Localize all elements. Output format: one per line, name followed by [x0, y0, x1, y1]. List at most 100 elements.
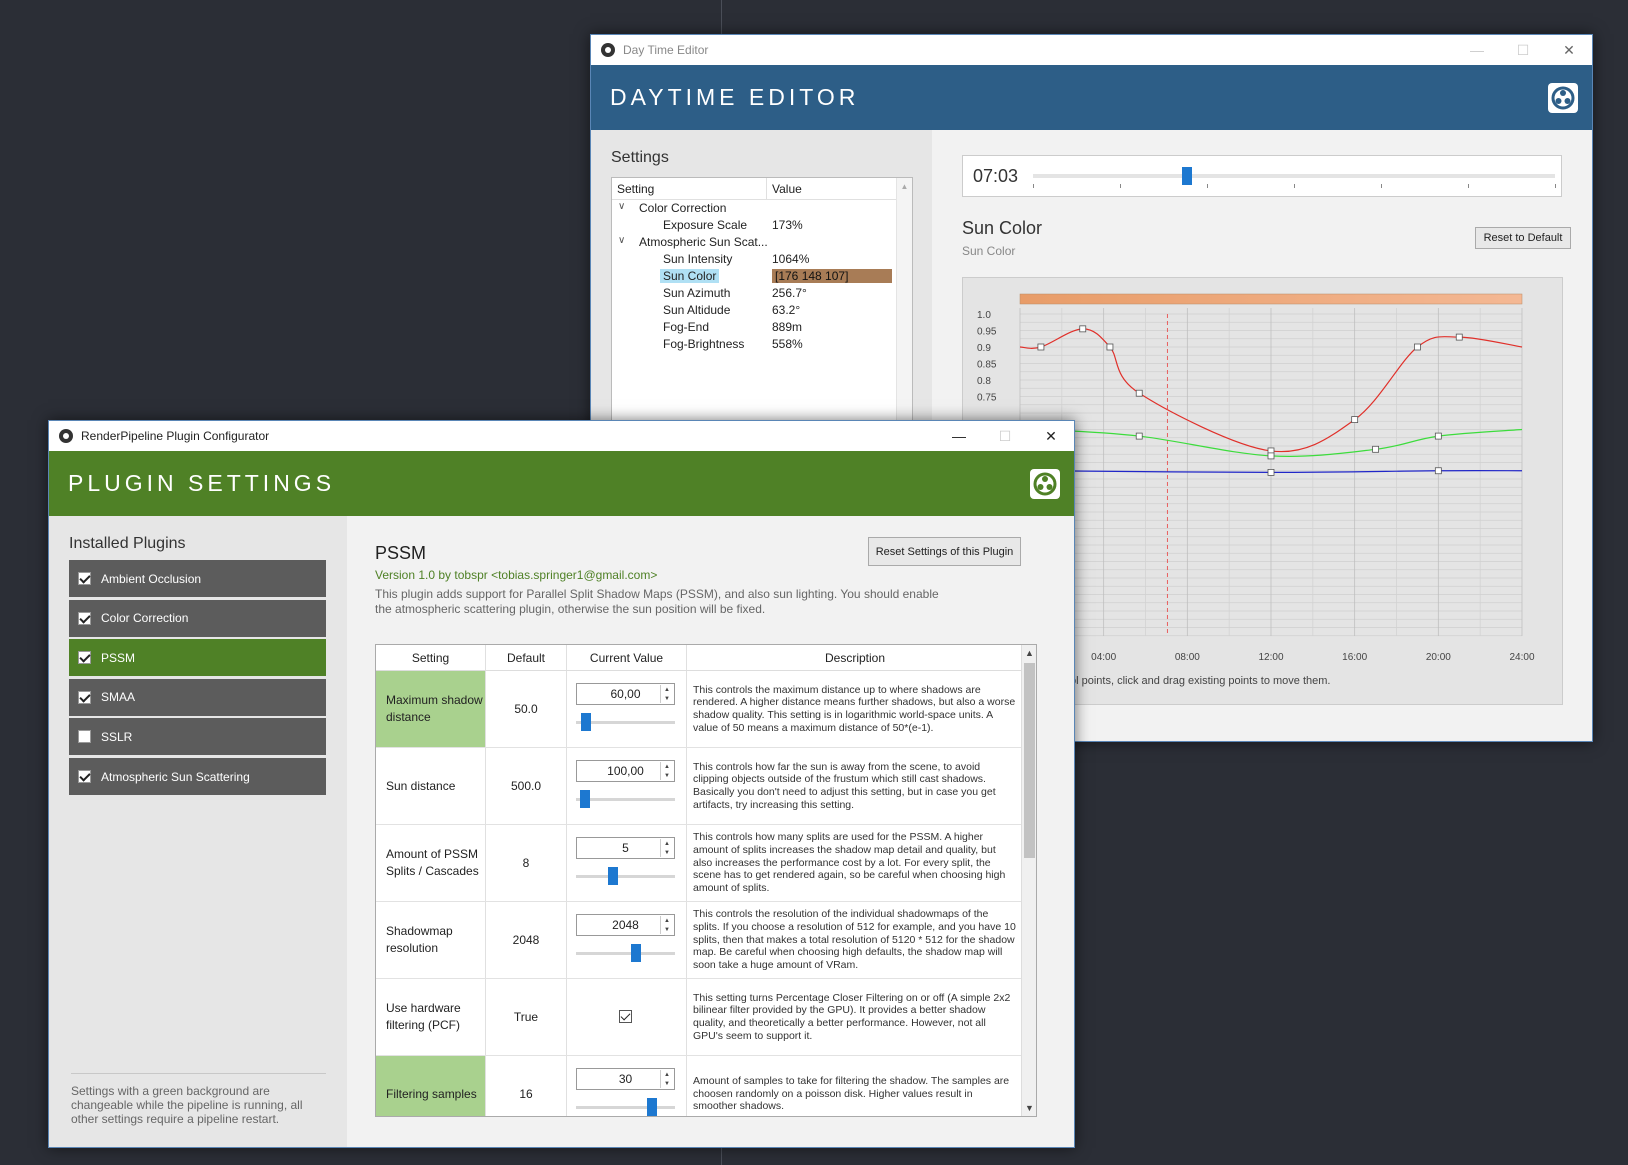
- scroll-up-icon[interactable]: ▲: [1022, 645, 1036, 661]
- tree-row[interactable]: Fog-End 889m: [612, 319, 912, 336]
- control-point[interactable]: [1267, 468, 1275, 476]
- control-point[interactable]: [1434, 432, 1442, 440]
- tree-col-setting[interactable]: Setting: [612, 178, 767, 199]
- control-point[interactable]: [1351, 416, 1359, 424]
- time-tick: [1381, 184, 1382, 188]
- plugin-item[interactable]: PSSM: [69, 639, 326, 677]
- value-slider-thumb[interactable]: [608, 867, 619, 885]
- table-scrollbar[interactable]: ▲ ▼: [1021, 645, 1036, 1116]
- control-point[interactable]: [1267, 452, 1275, 460]
- control-point[interactable]: [1106, 343, 1114, 351]
- spin-arrows[interactable]: ▲ ▼: [660, 839, 673, 857]
- tree-row-value: 173%: [772, 218, 803, 232]
- control-point[interactable]: [1372, 445, 1379, 453]
- reset-to-default-button[interactable]: Reset to Default: [1475, 227, 1571, 249]
- tree-row[interactable]: Sun Color [176 148 107]: [612, 268, 912, 285]
- reset-plugin-settings-button[interactable]: Reset Settings of this Plugin: [868, 537, 1021, 566]
- header-setting[interactable]: Setting: [376, 645, 486, 670]
- spin-up-icon[interactable]: ▲: [664, 764, 670, 770]
- spin-up-icon[interactable]: ▲: [664, 918, 670, 924]
- pcf-checkbox[interactable]: [619, 1010, 632, 1023]
- value-slider-thumb[interactable]: [631, 944, 642, 962]
- header-description[interactable]: Description: [687, 645, 1023, 670]
- spin-up-icon[interactable]: ▲: [664, 1072, 670, 1078]
- scrollbar-thumb[interactable]: [1024, 663, 1035, 858]
- plugin-checkbox[interactable]: [78, 690, 91, 704]
- scroll-down-icon[interactable]: ▼: [1022, 1100, 1036, 1116]
- plugin-item[interactable]: Color Correction: [69, 599, 326, 637]
- plugin-checkbox[interactable]: [78, 572, 91, 585]
- value-slider-thumb[interactable]: [579, 790, 590, 808]
- plugin-checkbox[interactable]: [78, 770, 91, 783]
- spin-arrows[interactable]: ▲ ▼: [660, 1070, 673, 1088]
- value-spinbox[interactable]: 5 ▲ ▼: [576, 837, 675, 859]
- maximize-icon[interactable]: ☐: [982, 421, 1028, 451]
- tree-row[interactable]: Exposure Scale 173%: [612, 217, 912, 234]
- tree-row[interactable]: Fog-Brightness 558%: [612, 336, 912, 353]
- value-text: 30: [618, 1072, 633, 1086]
- control-point[interactable]: [1135, 389, 1143, 397]
- maximize-icon[interactable]: ☐: [1500, 35, 1546, 65]
- plugin-item[interactable]: Atmospheric Sun Scattering: [69, 758, 326, 795]
- plugin-details-panel: PSSM Version 1.0 by tobspr <tobias.sprin…: [347, 516, 1074, 1147]
- tree-row[interactable]: ∨ Atmospheric Sun Scat...: [612, 234, 912, 251]
- control-point[interactable]: [1135, 432, 1143, 440]
- installed-plugins-panel: Installed Plugins Ambient Occlusion Color…: [49, 516, 347, 1147]
- close-icon[interactable]: ✕: [1546, 35, 1592, 65]
- setting-default: 16: [486, 1056, 567, 1116]
- value-slider-thumb[interactable]: [647, 1098, 658, 1116]
- plugin-item[interactable]: SSLR: [69, 718, 326, 756]
- time-slider-track[interactable]: [1033, 174, 1555, 178]
- value-spinbox[interactable]: 2048 ▲ ▼: [576, 914, 675, 936]
- spin-arrows[interactable]: ▲ ▼: [660, 685, 673, 703]
- plugin-item[interactable]: Ambient Occlusion: [69, 560, 326, 597]
- spin-arrows[interactable]: ▲ ▼: [660, 916, 673, 934]
- tree-row[interactable]: Sun Intensity 1064%: [612, 251, 912, 268]
- banner-title: PLUGIN SETTINGS: [68, 470, 336, 496]
- minimize-icon[interactable]: —: [1454, 35, 1500, 65]
- spin-up-icon[interactable]: ▲: [664, 687, 670, 693]
- plugin-checkbox[interactable]: [78, 611, 91, 625]
- value-slider-track[interactable]: [576, 952, 675, 955]
- settings-table: Setting Default Current Value Descriptio…: [375, 644, 1037, 1117]
- value-slider-track[interactable]: [576, 875, 675, 878]
- close-icon[interactable]: ✕: [1028, 421, 1074, 451]
- tree-header: Setting Value: [612, 178, 912, 200]
- value-spinbox[interactable]: 30 ▲ ▼: [576, 1068, 675, 1090]
- control-point[interactable]: [1079, 325, 1087, 333]
- spin-down-icon[interactable]: ▼: [664, 850, 670, 856]
- spin-down-icon[interactable]: ▼: [664, 1081, 670, 1087]
- tree-row[interactable]: Sun Altidude 63.2°: [612, 302, 912, 319]
- spin-down-icon[interactable]: ▼: [664, 696, 670, 702]
- chevron-down-icon[interactable]: ∨: [618, 235, 625, 246]
- plugin-checkbox[interactable]: [78, 651, 91, 665]
- minimize-icon[interactable]: —: [936, 421, 982, 451]
- control-point[interactable]: [1434, 467, 1442, 475]
- value-slider-thumb[interactable]: [581, 713, 592, 731]
- plugin-checkbox[interactable]: [78, 730, 91, 744]
- chevron-down-icon[interactable]: ∨: [618, 201, 625, 212]
- value-spinbox[interactable]: 60,00 ▲ ▼: [576, 683, 675, 705]
- tree-row[interactable]: Sun Azimuth 256.7°: [612, 285, 912, 302]
- control-point[interactable]: [1414, 343, 1421, 351]
- table-row: Sun distance 500.0 100,00 ▲ ▼ This controls h…: [376, 748, 1023, 825]
- value-spinbox[interactable]: 100,00 ▲ ▼: [576, 760, 675, 782]
- value-slider-track[interactable]: [576, 1106, 675, 1109]
- window-title: RenderPipeline Plugin Configurator: [81, 429, 270, 443]
- plugin-item[interactable]: SMAA: [69, 678, 326, 716]
- time-slider-thumb[interactable]: [1181, 167, 1192, 185]
- scroll-up-icon[interactable]: ▲: [897, 182, 912, 191]
- control-point[interactable]: [1037, 343, 1045, 351]
- tree-col-value[interactable]: Value: [767, 178, 807, 199]
- control-point[interactable]: [1455, 333, 1463, 341]
- setting-name: Shadowmap resolution: [376, 902, 486, 978]
- header-default[interactable]: Default: [486, 645, 567, 670]
- spin-down-icon[interactable]: ▼: [664, 773, 670, 779]
- setting-description: Amount of samples to take for filtering …: [693, 1074, 1010, 1113]
- spin-down-icon[interactable]: ▼: [664, 927, 670, 933]
- tree-row[interactable]: ∨ Color Correction: [612, 200, 912, 217]
- header-current-value[interactable]: Current Value: [567, 645, 687, 670]
- spin-arrows[interactable]: ▲ ▼: [660, 762, 673, 780]
- spin-up-icon[interactable]: ▲: [664, 841, 670, 847]
- value-slider-track[interactable]: [576, 798, 675, 801]
